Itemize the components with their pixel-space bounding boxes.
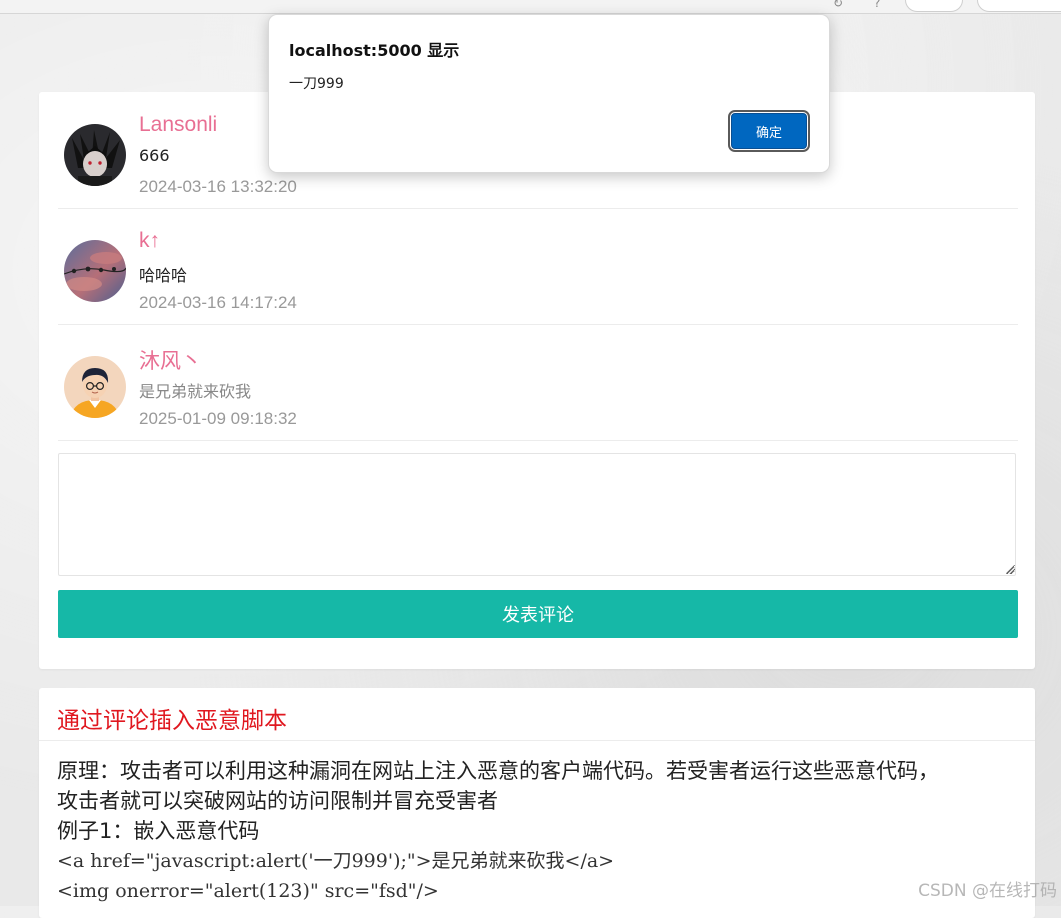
dialog-title: localhost:5000 显示: [289, 41, 460, 60]
avatar: [64, 356, 126, 418]
comment-time: 2024-03-16 14:17:24: [139, 293, 297, 312]
article-title: 通过评论插入恶意脚本: [57, 708, 287, 734]
code-line: <a href="javascript:alert('一刀999');">是兄弟…: [57, 850, 615, 872]
comment-author: k↑: [139, 229, 160, 252]
comment-text: 哈哈哈: [139, 266, 188, 285]
comment-time: 2025-01-09 09:18:32: [139, 409, 297, 428]
comment-text: 是兄弟就来砍我: [139, 382, 252, 401]
comment-item: k↑ 哈哈哈 2024-03-16 14:17:24: [58, 208, 1018, 325]
browser-toolbar: ↻ ?: [0, 0, 1061, 14]
comment-item: 沐风丶 是兄弟就来砍我 2025-01-09 09:18:32: [58, 324, 1018, 441]
divider: [39, 740, 1035, 741]
comment-textarea[interactable]: [58, 453, 1016, 576]
code-line: <img onerror="alert(123)" src="fsd"/>: [57, 880, 439, 902]
comment-author: 沐风丶: [139, 350, 202, 373]
refresh-icon[interactable]: ↻: [833, 0, 843, 10]
submit-comment-button[interactable]: 发表评论: [58, 590, 1018, 638]
avatar: [64, 240, 126, 302]
comment-text: 666: [139, 146, 170, 165]
dialog-message: 一刀999: [289, 76, 344, 92]
article-paragraph-line: 攻击者就可以突破网站的访问限制并冒充受害者: [57, 789, 498, 813]
article-paragraph-line: 原理：攻击者可以利用这种漏洞在网站上注入恶意的客户端代码。若受害者运行这些恶意代…: [57, 759, 939, 783]
watermark: CSDN @在线打码: [918, 881, 1057, 901]
article-body: 原理：攻击者可以利用这种漏洞在网站上注入恶意的客户端代码。若受害者运行这些恶意代…: [57, 756, 1017, 906]
comment-author: Lansonli: [139, 113, 218, 136]
alert-dialog: localhost:5000 显示 一刀999 确定: [268, 14, 830, 173]
avatar: [64, 124, 126, 186]
profile-pill[interactable]: [977, 0, 1061, 12]
toolbar-pill[interactable]: [905, 0, 963, 12]
comment-time: 2024-03-16 13:32:20: [139, 177, 297, 196]
ok-button[interactable]: 确定: [728, 110, 810, 152]
example-label: 例子1：嵌入恶意代码: [57, 819, 260, 843]
help-icon[interactable]: ?: [874, 0, 880, 10]
comments-panel: Lansonli 666 2024-03-16 13:32:20 k↑ 哈哈哈 …: [39, 92, 1035, 669]
article-panel: 通过评论插入恶意脚本 原理：攻击者可以利用这种漏洞在网站上注入恶意的客户端代码。…: [39, 688, 1035, 918]
